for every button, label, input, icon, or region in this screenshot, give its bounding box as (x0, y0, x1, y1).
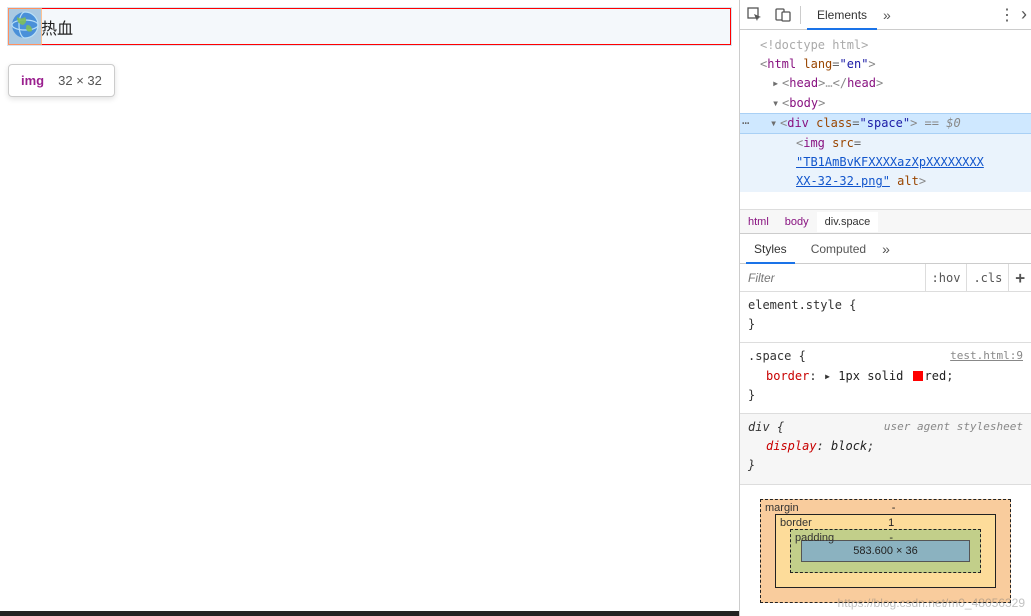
device-toggle-icon[interactable] (772, 4, 794, 26)
globe-icon (9, 9, 41, 44)
hov-toggle[interactable]: :hov (925, 264, 967, 291)
space-text: 热血 (41, 15, 73, 39)
breadcrumb-html[interactable]: html (740, 212, 777, 232)
source-link[interactable]: test.html:9 (950, 347, 1023, 365)
tab-styles[interactable]: Styles (746, 236, 795, 264)
html-open-line[interactable]: <html lang="en"> (750, 55, 1025, 74)
breadcrumb-div[interactable]: div.space (817, 212, 879, 232)
ua-div-block[interactable]: user agent stylesheet div { display: blo… (740, 414, 1031, 485)
img-src-line2[interactable]: XX-32-32.png" alt> (740, 172, 1031, 191)
styles-filter-input[interactable] (740, 267, 925, 289)
space-rule-block[interactable]: test.html:9 .space { border: ▸ 1px solid… (740, 343, 1031, 414)
breadcrumb: html body div.space (740, 210, 1031, 234)
tooltip-tag: img (21, 73, 44, 88)
space-div[interactable]: 热血 (8, 8, 731, 45)
img-line[interactable]: <img src= (740, 134, 1031, 153)
ua-sheet-label: user agent stylesheet (884, 418, 1023, 436)
styles-pane[interactable]: element.style { } test.html:9 .space { b… (740, 292, 1031, 485)
bm-margin-top: - (892, 502, 896, 514)
box-model[interactable]: margin - border 1 padding - 583.600 × 36 (740, 485, 1031, 603)
chevron-right-icon[interactable]: › (1021, 4, 1027, 25)
bm-padding-top: - (889, 532, 893, 544)
elements-tree[interactable]: <!doctype html> <html lang="en"> ▸<head>… (740, 30, 1031, 210)
devtools-toolbar: Elements » ⋮ › (740, 0, 1031, 30)
selected-div-line[interactable]: ⋯ ▾<div class="space"> == $0 (740, 113, 1031, 134)
tooltip-dimensions: 32 × 32 (58, 73, 102, 88)
cls-toggle[interactable]: .cls (966, 264, 1008, 291)
bm-border-label: border (780, 517, 812, 529)
bm-padding-label: padding (795, 532, 834, 544)
color-swatch-red[interactable] (913, 371, 923, 381)
devtools-panel: Elements » ⋮ › <!doctype html> <html lan… (739, 0, 1031, 616)
doctype-line: <!doctype html> (760, 38, 868, 52)
bm-margin-label: margin (765, 502, 799, 514)
more-tabs-icon[interactable]: » (883, 7, 891, 23)
img-src-line1[interactable]: "TB1AmBvKFXXXXazXpXXXXXXXX (740, 153, 1031, 172)
element-style-block[interactable]: element.style { } (740, 292, 1031, 343)
new-style-rule-button[interactable]: + (1008, 264, 1031, 291)
inspect-icon[interactable] (744, 4, 766, 26)
watermark: https://blog.csdn.net/m0_48056329 (838, 596, 1025, 610)
tab-elements[interactable]: Elements (807, 2, 877, 30)
devtools-menu-icon[interactable]: ⋮ (999, 5, 1015, 25)
bm-border-top: 1 (888, 517, 894, 529)
bottom-bar (0, 611, 739, 616)
tab-computed[interactable]: Computed (803, 236, 874, 262)
page-viewport: 热血 img 32 × 32 (0, 0, 739, 616)
element-tooltip: img 32 × 32 (8, 64, 115, 97)
head-line[interactable]: ▸<head>…</head> (750, 74, 1025, 93)
styles-filter-row: :hov .cls + (740, 264, 1031, 292)
body-line[interactable]: ▾<body> (750, 94, 1025, 113)
breadcrumb-body[interactable]: body (777, 212, 817, 232)
more-styles-tabs-icon[interactable]: » (882, 241, 890, 257)
styles-tabbar: Styles Computed » (740, 234, 1031, 264)
